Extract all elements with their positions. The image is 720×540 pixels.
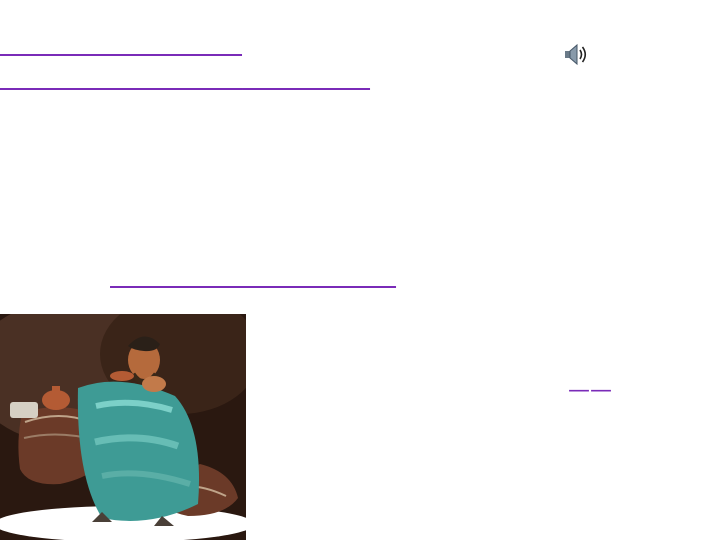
poem-line-6 — [0, 198, 198, 224]
poem-title-author — [612, 378, 672, 402]
poem-line-3 — [0, 98, 132, 124]
poem-line-1 — [0, 32, 242, 58]
poem-line-5 — [0, 164, 374, 190]
poem-title-dash: —— — [568, 378, 613, 403]
poem-line-8 — [0, 264, 396, 290]
poem-line-4 — [0, 130, 286, 156]
speaker-icon[interactable] — [563, 40, 591, 68]
ceramic-figure-image — [0, 314, 246, 540]
poem-line-8-plain — [0, 264, 110, 289]
poem-line-2 — [0, 66, 370, 93]
poem-title-main — [280, 365, 568, 406]
poem-line-2-main — [0, 66, 242, 91]
poem-title: —— — [280, 366, 672, 411]
poem-line-2-small — [242, 70, 370, 89]
poem-line-8-underlined — [110, 264, 396, 289]
poem-line-7 — [0, 230, 330, 256]
